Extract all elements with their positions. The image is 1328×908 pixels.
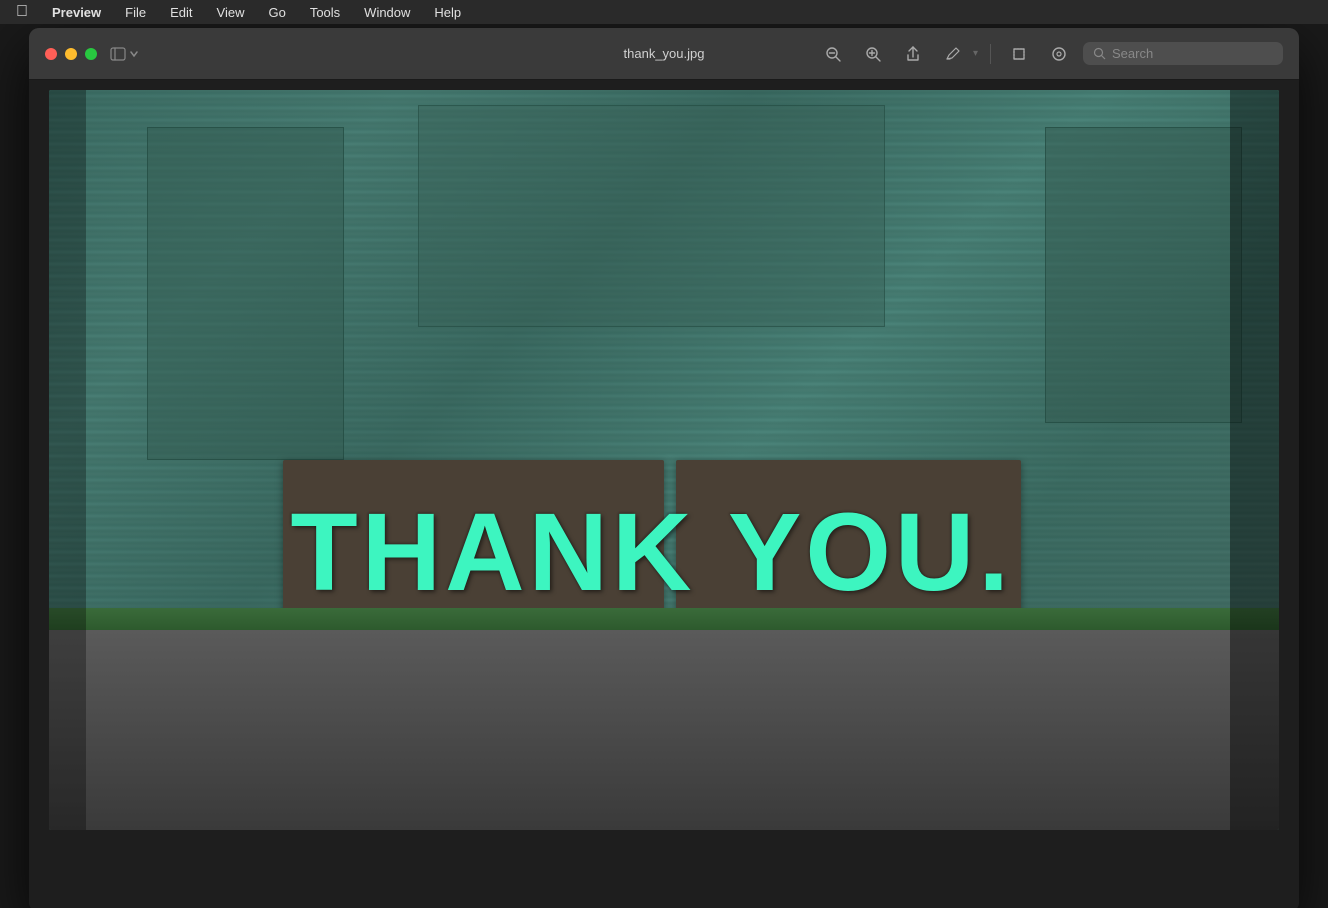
main-content: thank_you.jpg (0, 24, 1328, 908)
menu-tools[interactable]: Tools (306, 5, 344, 20)
search-input[interactable] (1112, 46, 1262, 61)
menubar:  Preview File Edit View Go Tools Window… (0, 0, 1328, 24)
apple-menu[interactable]:  (12, 3, 32, 21)
crop-button[interactable] (1003, 38, 1035, 70)
sidebar-icon (109, 45, 127, 63)
side-vignette-left (49, 90, 86, 830)
app-menu-preview[interactable]: Preview (48, 5, 105, 20)
zoom-in-icon (864, 45, 882, 63)
toolbar-right: ▾ (817, 38, 1283, 70)
image-container: THANK YOU. (49, 90, 1279, 830)
share-button[interactable] (897, 38, 929, 70)
zoom-in-button[interactable] (857, 38, 889, 70)
search-icon (1093, 47, 1106, 60)
zoom-out-button[interactable] (817, 38, 849, 70)
photo-background: THANK YOU. (49, 90, 1279, 830)
markup-button[interactable] (937, 38, 969, 70)
menu-view[interactable]: View (213, 5, 249, 20)
markup-icon (944, 45, 962, 63)
menu-window[interactable]: Window (360, 5, 414, 20)
toolbar-divider-1 (990, 44, 991, 64)
wall-panel-left (147, 127, 344, 460)
menu-go[interactable]: Go (264, 5, 289, 20)
image-area: THANK YOU. (29, 80, 1299, 908)
contact-icon (1050, 45, 1068, 63)
search-box[interactable] (1083, 42, 1283, 65)
menu-help[interactable]: Help (430, 5, 465, 20)
chevron-down-icon (129, 49, 139, 59)
close-button[interactable] (45, 48, 57, 60)
sidebar-toggle-button[interactable] (109, 45, 139, 63)
wall-panel-center (418, 105, 885, 327)
document-title: thank_you.jpg (624, 46, 705, 61)
thank-you-text: THANK YOU. (283, 498, 1021, 608)
wall-panel-right (1045, 127, 1242, 423)
ground (49, 630, 1279, 830)
crop-icon (1010, 45, 1028, 63)
share-icon (904, 45, 922, 63)
preview-window: thank_you.jpg (29, 28, 1299, 908)
zoom-out-icon (824, 45, 842, 63)
titlebar: thank_you.jpg (29, 28, 1299, 80)
menu-file[interactable]: File (121, 5, 150, 20)
window-controls (45, 48, 97, 60)
side-vignette-right (1230, 90, 1279, 830)
minimize-button[interactable] (65, 48, 77, 60)
contact-sheet-button[interactable] (1043, 38, 1075, 70)
maximize-button[interactable] (85, 48, 97, 60)
menu-edit[interactable]: Edit (166, 5, 196, 20)
markup-arrow: ▾ (973, 48, 978, 59)
app-window:  Preview File Edit View Go Tools Window… (0, 0, 1328, 908)
